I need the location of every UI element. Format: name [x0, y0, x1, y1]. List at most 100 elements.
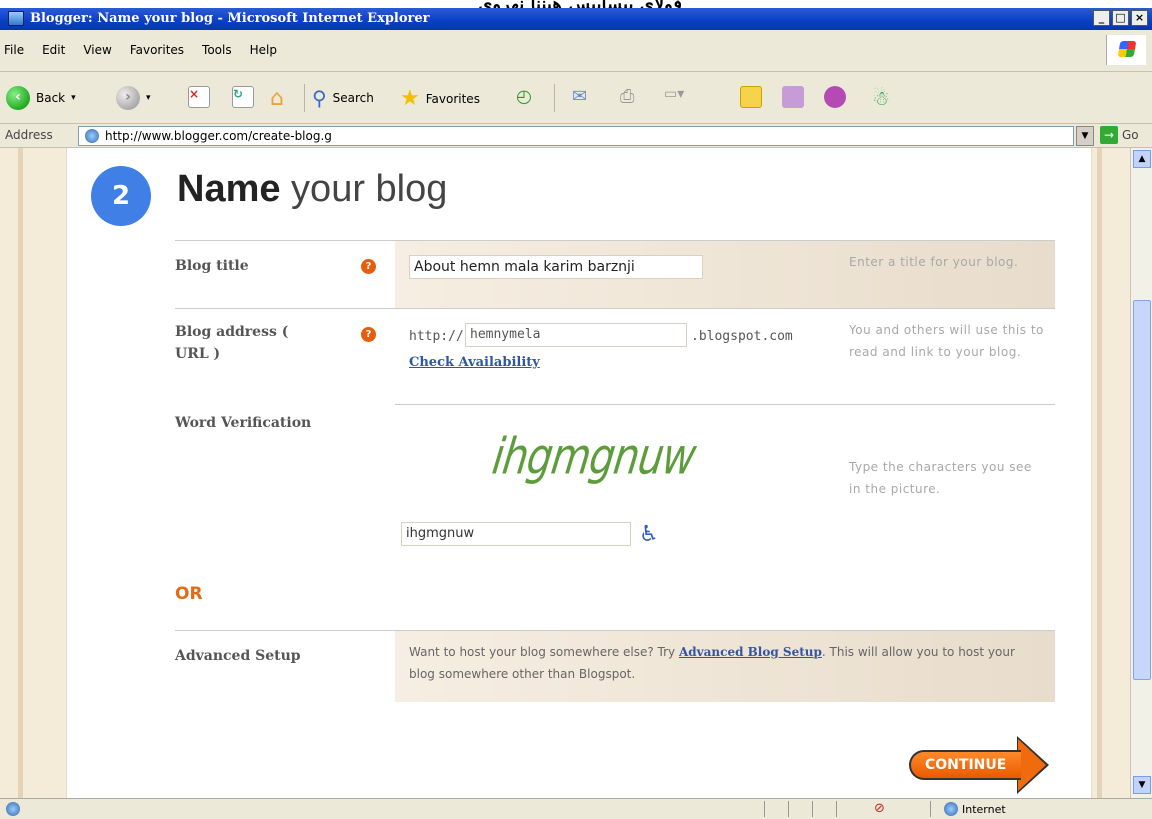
help-icon[interactable]: ? — [361, 327, 376, 342]
continue-label: CONTINUE — [909, 750, 1021, 780]
scroll-down-icon[interactable]: ▼ — [1133, 776, 1151, 794]
favorites-button[interactable]: ★ Favorites — [400, 86, 480, 111]
print-icon[interactable]: ⎙ — [620, 86, 634, 107]
refresh-icon[interactable]: ↻ — [232, 86, 254, 108]
back-label: Back — [36, 91, 66, 105]
blog-title-input[interactable]: About hemn mala karim barznji — [409, 255, 703, 279]
history-icon[interactable]: ◴ — [516, 86, 532, 107]
window-title: Blogger: Name your blog - Microsoft Inte… — [30, 11, 430, 26]
advanced-setup-row: Advanced Setup Want to host your blog so… — [175, 630, 1055, 702]
folder-icon[interactable] — [740, 86, 762, 108]
menu-favorites[interactable]: Favorites — [130, 43, 184, 57]
blog-title-label: Blog title — [175, 258, 249, 274]
windows-flag-icon — [1117, 41, 1137, 57]
blog-title-row: Blog title ? About hemn mala karim barzn… — [175, 240, 1055, 308]
step-number-badge: 2 — [91, 166, 151, 226]
captcha-image: ihgmgnuw — [488, 428, 699, 486]
close-button[interactable]: × — [1131, 10, 1148, 26]
status-divider — [788, 801, 789, 817]
advanced-blog-setup-link[interactable]: Advanced Blog Setup — [679, 645, 822, 659]
vertical-scrollbar[interactable]: ▲ ▼ — [1130, 148, 1152, 798]
forward-dropdown-icon[interactable]: ▾ — [146, 93, 151, 103]
messenger-smiley-icon[interactable] — [824, 86, 846, 108]
msn-buddy-icon[interactable]: ☃ — [872, 86, 890, 110]
favorites-star-icon: ★ — [400, 86, 420, 111]
address-url: http://www.blogger.com/create-blog.g — [105, 129, 332, 143]
or-label: OR — [175, 584, 203, 604]
blog-address-prefix: http:// — [409, 329, 464, 344]
status-divider — [930, 801, 931, 817]
stop-icon[interactable]: × — [188, 86, 210, 108]
word-verification-row: Word Verification ihgmgnuw Type the char… — [175, 404, 1055, 564]
search-button[interactable]: ⚲ Search — [312, 86, 374, 110]
go-button[interactable]: → Go — [1100, 126, 1139, 144]
accessibility-icon[interactable]: ♿ — [639, 522, 659, 547]
toolbar-divider — [554, 84, 555, 112]
page-title-rest: your blog — [280, 168, 448, 210]
back-dropdown-icon[interactable]: ▾ — [71, 93, 76, 103]
edit-icon[interactable]: ▭▾ — [664, 86, 684, 102]
continue-arrow-icon — [1018, 739, 1046, 791]
create-blog-page: 2 Name your blog Blog title ? About hemn… — [66, 148, 1092, 798]
minimize-button[interactable]: _ — [1093, 10, 1110, 26]
windows-logo — [1106, 35, 1146, 65]
zone-label: Internet — [962, 802, 1006, 816]
home-icon[interactable]: ⌂ — [270, 86, 284, 111]
address-bar: Address http://www.blogger.com/create-bl… — [0, 124, 1152, 148]
go-label: Go — [1122, 128, 1139, 142]
status-divider — [836, 801, 837, 817]
page-icon — [85, 129, 99, 143]
menu-bar: File Edit View Favorites Tools Help — [0, 30, 1152, 72]
advanced-setup-label: Advanced Setup — [175, 648, 301, 664]
blog-address-input[interactable]: hemnymela — [465, 323, 687, 347]
address-input[interactable]: http://www.blogger.com/create-blog.g — [78, 126, 1074, 146]
continue-button[interactable]: CONTINUE — [909, 736, 1051, 794]
maximize-button[interactable]: □ — [1112, 10, 1129, 26]
right-rail — [1097, 148, 1102, 798]
advanced-setup-text: Want to host your blog somewhere else? T… — [409, 641, 1033, 685]
favorites-label: Favorites — [425, 91, 480, 106]
left-rail — [18, 148, 23, 798]
toolbar: ‹ Back ▾ › ▾ × ↻ ⌂ ⚲ Search ★ Favorites … — [0, 72, 1152, 124]
top-margin: فولاي بيسابيس هيننا نهروي — [0, 0, 1152, 15]
blog-address-label: Blog address ( URL ) — [175, 324, 289, 362]
advanced-text-before: Want to host your blog somewhere else? T… — [409, 645, 679, 659]
forward-arrow-icon: › — [116, 86, 140, 110]
mail-icon[interactable]: ✉ — [572, 86, 587, 107]
back-button[interactable]: ‹ Back ▾ — [6, 86, 76, 110]
go-arrow-icon: → — [1100, 126, 1118, 144]
back-arrow-icon: ‹ — [6, 86, 30, 110]
menu-help[interactable]: Help — [250, 43, 277, 57]
internet-zone-icon — [944, 802, 958, 816]
scroll-thumb[interactable] — [1133, 300, 1151, 680]
help-icon[interactable]: ? — [361, 259, 376, 274]
status-bar: ⊘ Internet — [0, 798, 1152, 819]
check-availability-link[interactable]: Check Availability — [409, 355, 540, 370]
menu-view[interactable]: View — [83, 43, 111, 57]
menu-tools[interactable]: Tools — [202, 43, 232, 57]
search-icon: ⚲ — [312, 86, 327, 110]
menu-file[interactable]: File — [4, 43, 24, 57]
address-label: Address — [5, 128, 53, 142]
status-divider — [812, 801, 813, 817]
scroll-up-icon[interactable]: ▲ — [1133, 150, 1151, 168]
status-divider — [764, 801, 765, 817]
search-label: Search — [332, 91, 374, 105]
blog-title-hint: Enter a title for your blog. — [849, 255, 1019, 269]
word-verification-input[interactable]: ihgmgnuw — [401, 522, 631, 546]
blog-address-hint: You and others will use this to read and… — [849, 323, 1044, 359]
research-icon[interactable] — [782, 86, 804, 108]
word-verification-hint: Type the characters you see in the pictu… — [849, 460, 1032, 496]
title-bar: Blogger: Name your blog - Microsoft Inte… — [0, 8, 1152, 30]
page-title: Name your blog — [177, 168, 447, 211]
menu-edit[interactable]: Edit — [42, 43, 65, 57]
address-dropdown-icon[interactable]: ▼ — [1076, 126, 1094, 146]
popup-blocked-icon[interactable]: ⊘ — [874, 801, 885, 816]
forward-button[interactable]: › ▾ — [116, 86, 151, 110]
toolbar-divider — [304, 84, 305, 112]
blog-address-row: Blog address ( URL ) ? http:// hemnymela… — [175, 308, 1055, 404]
ie-app-icon — [8, 11, 24, 26]
page-title-bold: Name — [177, 168, 281, 210]
row-divider — [395, 404, 1055, 405]
security-zone: Internet — [944, 802, 1006, 816]
